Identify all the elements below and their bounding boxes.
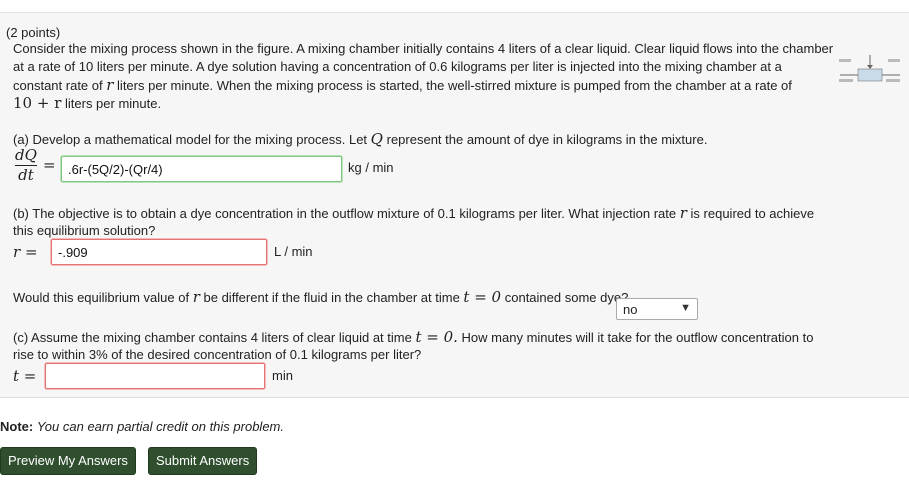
var-q: Q <box>370 130 383 148</box>
unit-b: L / min <box>274 244 313 259</box>
answer-field-c[interactable] <box>45 363 265 389</box>
var-r: r <box>106 76 114 94</box>
t-equals-label: t = <box>13 367 37 385</box>
submit-answers-button[interactable]: Submit Answers <box>148 447 258 475</box>
part-b-line-1: (b) The objective is to obtain a dye con… <box>13 204 814 223</box>
intro-line-3a: constant rate of <box>13 78 103 93</box>
preview-answers-button[interactable]: Preview My Answers <box>0 447 136 475</box>
intro-line-2: at a rate of 10 liters per minute. A dye… <box>13 59 782 74</box>
part-c-line-1: (c) Assume the mixing chamber contains 4… <box>13 328 813 347</box>
var-r-eq: r <box>192 288 200 306</box>
select-value: no <box>623 302 638 317</box>
equilibrium-question: Would this equilibrium value of r be dif… <box>13 288 628 307</box>
intro-line-3b: liters per minute. When the mixing proce… <box>117 78 792 93</box>
part-a-prompt: (a) Develop a mathematical model for the… <box>13 130 707 149</box>
intro-line-3: constant rate of r liters per minute. Wh… <box>13 76 792 95</box>
equals-sign-a: = <box>43 156 56 174</box>
top-strip <box>0 0 909 13</box>
part-b-text-1a: (b) The objective is to obtain a dye con… <box>13 206 677 221</box>
intro-line-1: Consider the mixing process shown in the… <box>13 41 834 56</box>
eq-question-text-a: Would this equilibrium value of <box>13 290 190 305</box>
part-b-line-2: this equilibrium solution? <box>13 223 156 238</box>
var-r-b: r <box>679 204 687 222</box>
points-label: (2 points) <box>6 25 61 40</box>
part-c-text-1b: How many minutes will it take for the ou… <box>461 330 814 345</box>
answer-field-a[interactable]: .6r-(5Q/2)-(Qr/4) <box>61 156 342 182</box>
part-c-text-1a: (c) Assume the mixing chamber contains 4… <box>13 330 412 345</box>
eq-question-text-b: be different if the fluid in the chamber… <box>203 290 460 305</box>
part-c-line-2: rise to within 3% of the desired concent… <box>13 347 422 362</box>
intro-line-4: 10 + r liters per minute. <box>13 94 161 113</box>
mixing-diagram-thumbnail[interactable] <box>836 53 904 93</box>
time-zero-expr: t = 0 <box>463 288 502 306</box>
unit-c: min <box>272 368 293 383</box>
outflow-expr: 10 + r <box>13 94 62 112</box>
fraction-numerator: dQ <box>15 146 37 164</box>
part-a-text: (a) Develop a mathematical model for the… <box>13 132 368 147</box>
r-equals-label: r = <box>13 243 38 261</box>
fraction-denominator: dt <box>18 166 34 184</box>
problem-panel: (2 points) Consider the mixing process s… <box>0 13 909 398</box>
note-label: Note: <box>0 419 34 434</box>
dye-effect-select[interactable]: no ▼ <box>616 298 698 320</box>
part-a-text2: represent the amount of dye in kilograms… <box>386 132 708 147</box>
eq-question-text-c: contained some dye? <box>504 290 629 305</box>
unit-a: kg / min <box>348 160 394 175</box>
dq-dt-fraction: dQ dt <box>15 147 37 184</box>
intro-line-4b: liters per minute. <box>65 96 162 111</box>
part-b-text-1b: is required to achieve <box>690 206 815 221</box>
time-zero-expr-c: t = 0. <box>415 328 458 346</box>
note-text: You can earn partial credit on this prob… <box>36 419 284 434</box>
answer-field-b[interactable]: -.909 <box>51 239 267 265</box>
partial-credit-note: Note: You can earn partial credit on thi… <box>0 419 284 434</box>
chevron-down-icon: ▼ <box>680 302 691 314</box>
